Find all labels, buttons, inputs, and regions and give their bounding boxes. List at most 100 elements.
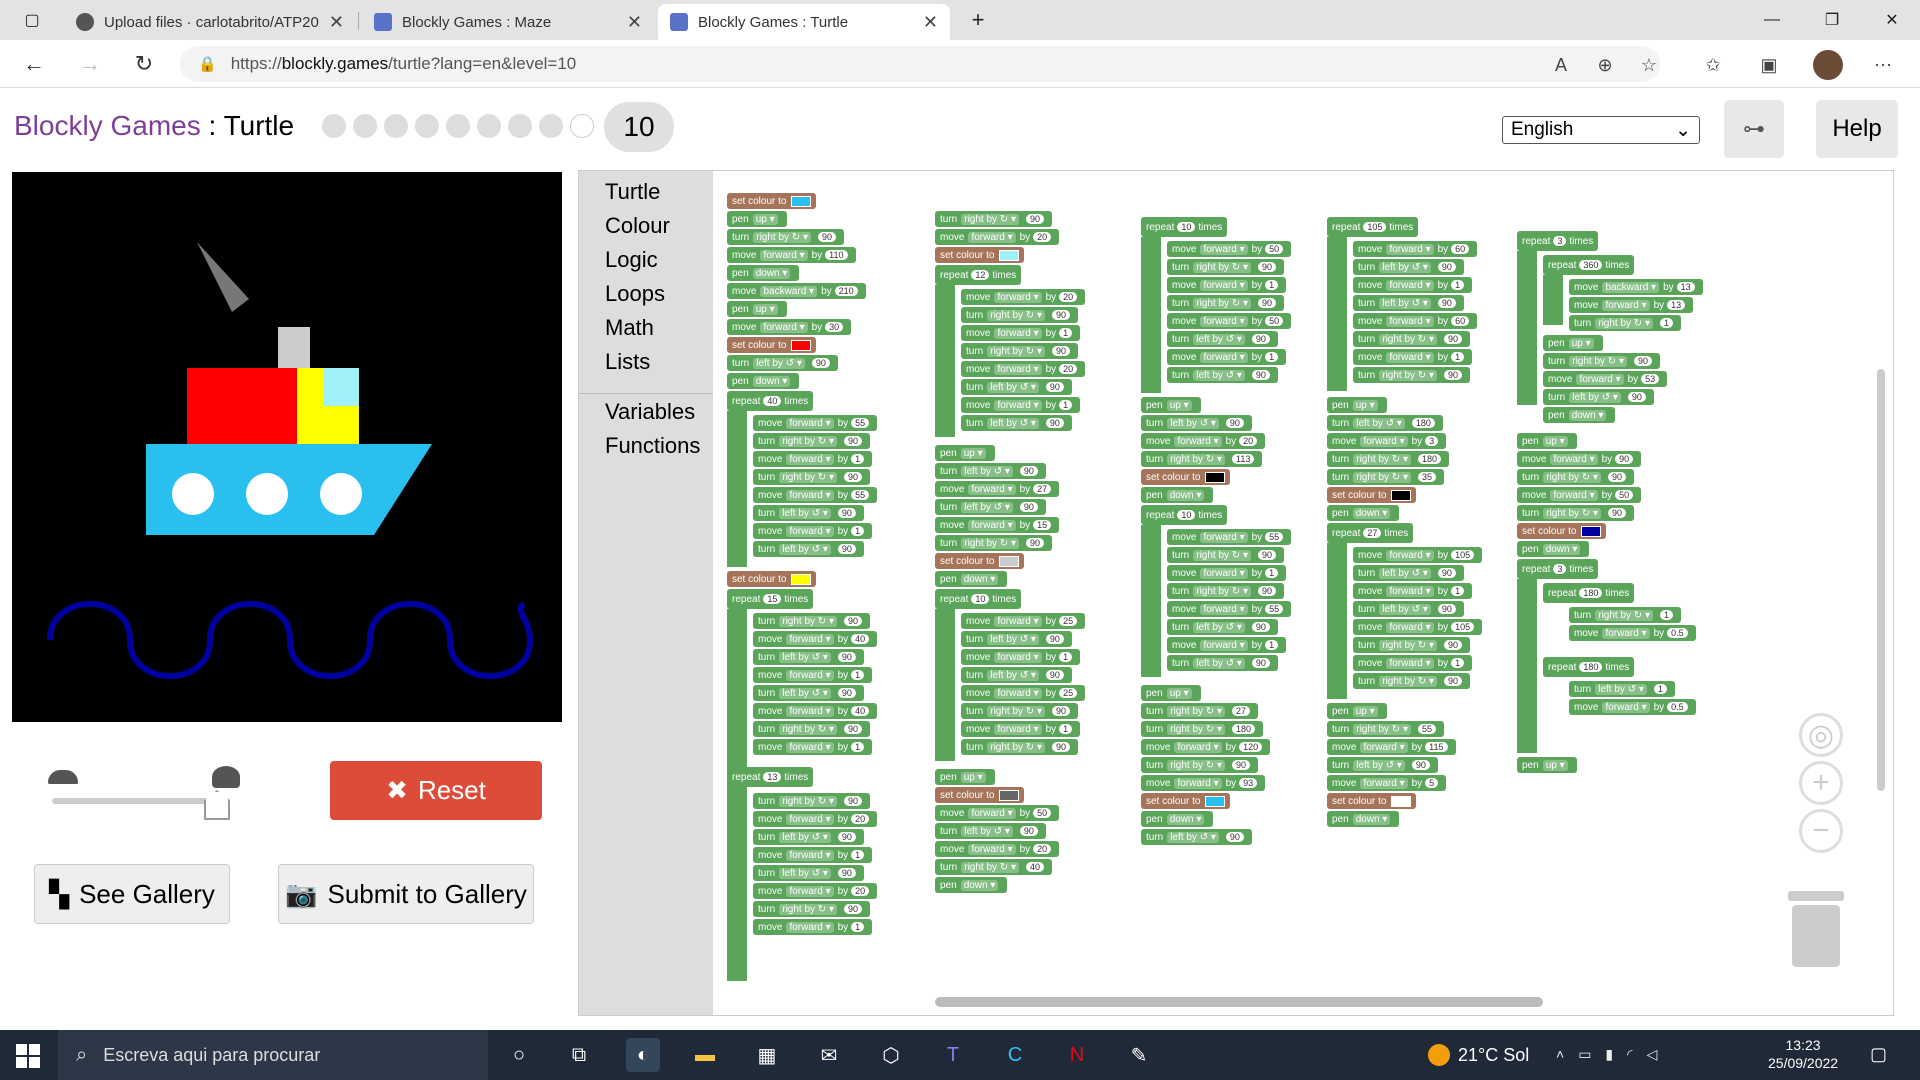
turn-block[interactable]: turn right by ↻ ▾ 90: [1353, 367, 1470, 383]
turn-block[interactable]: turn left by ↺ ▾ 180: [1327, 415, 1443, 431]
move-block[interactable]: move forward ▾ by 1: [1167, 277, 1287, 293]
tab-turtle[interactable]: Blockly Games : Turtle ✕: [658, 4, 950, 40]
repeat-block[interactable]: repeat 15 times: [727, 589, 814, 609]
move-block[interactable]: move forward ▾ by 55: [753, 415, 878, 431]
turn-block[interactable]: turn left by ↺ ▾ 90: [935, 463, 1046, 479]
move-block[interactable]: move forward ▾ by 93: [1141, 775, 1266, 791]
turn-block[interactable]: turn left by ↺ ▾ 90: [753, 685, 864, 701]
turn-block[interactable]: turn right by ↻ ▾ 90: [1141, 757, 1258, 773]
toolbox-loops[interactable]: Loops: [605, 281, 665, 307]
vertical-scrollbar[interactable]: [1877, 369, 1885, 791]
repeat-block[interactable]: repeat 13 times: [727, 767, 814, 787]
repeat-block[interactable]: repeat 10 times: [1141, 505, 1228, 525]
move-block[interactable]: move forward ▾ by 55: [1167, 601, 1292, 617]
move-block[interactable]: move forward ▾ by 55: [753, 487, 878, 503]
see-gallery-button[interactable]: ▚ See Gallery: [34, 864, 230, 924]
network-icon[interactable]: ▭: [1578, 1046, 1591, 1063]
move-block[interactable]: move forward ▾ by 0.5: [1569, 625, 1696, 641]
pen-block[interactable]: pen down ▾: [1141, 487, 1214, 503]
clock[interactable]: 13:23 25/09/2022: [1768, 1036, 1838, 1072]
taskbar-search[interactable]: ⌕ Escreva aqui para procurar: [58, 1030, 488, 1080]
turn-block[interactable]: turn right by ↻ ▾ 90: [961, 307, 1078, 323]
repeat-block[interactable]: repeat 10 times: [935, 589, 1022, 609]
volume-icon[interactable]: ◁: [1647, 1046, 1658, 1063]
move-block[interactable]: move forward ▾ by 1: [1167, 565, 1287, 581]
turn-block[interactable]: turn right by ↻ ▾ 55: [1327, 721, 1444, 737]
move-block[interactable]: move forward ▾ by 1: [961, 397, 1081, 413]
move-block[interactable]: move forward ▾ by 1: [753, 523, 873, 539]
brand-link[interactable]: Blockly Games: [14, 110, 201, 141]
windows-start-icon[interactable]: [16, 1044, 40, 1068]
pen-block[interactable]: pen up ▾: [1141, 397, 1201, 413]
link-button[interactable]: ⊶: [1724, 100, 1784, 158]
turn-block[interactable]: turn right by ↻ ▾ 180: [1141, 721, 1264, 737]
move-block[interactable]: move forward ▾ by 50: [935, 805, 1060, 821]
favorite-add-icon[interactable]: ☆: [1636, 52, 1662, 78]
level-dot[interactable]: [446, 114, 470, 138]
move-block[interactable]: move forward ▾ by 1: [753, 451, 873, 467]
pen-block[interactable]: pen up ▾: [1517, 433, 1577, 449]
pen-block[interactable]: pen up ▾: [727, 301, 787, 317]
move-block[interactable]: move forward ▾ by 1: [1353, 277, 1473, 293]
move-block[interactable]: move forward ▾ by 20: [961, 361, 1086, 377]
toolbox-functions[interactable]: Functions: [605, 433, 700, 459]
pen-block[interactable]: pen down ▾: [935, 877, 1008, 893]
repeat-block[interactable]: repeat 3 times: [1517, 559, 1599, 579]
close-icon[interactable]: ✕: [923, 12, 938, 33]
move-block[interactable]: move forward ▾ by 25: [961, 685, 1086, 701]
toolbox-lists[interactable]: Lists: [605, 349, 650, 375]
set-colour-block[interactable]: set colour to: [1517, 523, 1607, 539]
move-block[interactable]: move forward ▾ by 1: [753, 847, 873, 863]
toolbox-turtle[interactable]: Turtle: [605, 179, 660, 205]
repeat-block[interactable]: repeat 27 times: [1327, 523, 1414, 543]
recenter-icon[interactable]: ◎: [1799, 713, 1843, 757]
forward-button[interactable]: →: [74, 48, 106, 80]
pen-block[interactable]: pen down ▾: [1543, 407, 1616, 423]
toolbox-logic[interactable]: Logic: [605, 247, 658, 273]
turn-block[interactable]: turn left by ↺ ▾ 90: [961, 631, 1072, 647]
turn-block[interactable]: turn right by ↻ ▾ 90: [753, 469, 870, 485]
move-block[interactable]: move backward ▾ by 13: [1569, 279, 1703, 295]
turn-block[interactable]: turn left by ↺ ▾ 1: [1569, 681, 1675, 697]
move-block[interactable]: move forward ▾ by 20: [753, 883, 878, 899]
move-block[interactable]: move forward ▾ by 1: [753, 667, 873, 683]
collections-icon[interactable]: ▣: [1756, 52, 1782, 78]
set-colour-block[interactable]: set colour to: [1327, 487, 1417, 503]
pen-block[interactable]: pen up ▾: [935, 769, 995, 785]
move-block[interactable]: move forward ▾ by 50: [1517, 487, 1642, 503]
repeat-block[interactable]: repeat 12 times: [935, 265, 1022, 285]
turn-block[interactable]: turn right by ↻ ▾ 35: [1327, 469, 1444, 485]
move-block[interactable]: move forward ▾ by 50: [1167, 313, 1292, 329]
turn-block[interactable]: turn left by ↺ ▾ 90: [935, 823, 1046, 839]
turn-block[interactable]: turn left by ↺ ▾ 90: [1167, 655, 1278, 671]
move-block[interactable]: move forward ▾ by 20: [935, 229, 1060, 245]
repeat-block[interactable]: repeat 180 times: [1543, 657, 1635, 677]
move-block[interactable]: move forward ▾ by 20: [1141, 433, 1266, 449]
move-block[interactable]: move forward ▾ by 1: [1353, 349, 1473, 365]
close-icon[interactable]: ✕: [329, 12, 344, 33]
more-icon[interactable]: ⋯: [1870, 52, 1896, 78]
move-block[interactable]: move forward ▾ by 40: [753, 703, 878, 719]
move-block[interactable]: move forward ▾ by 1: [1353, 655, 1473, 671]
turn-block[interactable]: turn right by ↻ ▾ 90: [753, 901, 870, 917]
pen-block[interactable]: pen up ▾: [1517, 757, 1577, 773]
turn-block[interactable]: turn right by ↻ ▾ 90: [1517, 505, 1634, 521]
turn-block[interactable]: turn left by ↺ ▾ 90: [935, 499, 1046, 515]
pen-block[interactable]: pen down ▾: [935, 571, 1008, 587]
notification-icon[interactable]: ▢: [1870, 1044, 1887, 1065]
move-block[interactable]: move forward ▾ by 50: [1167, 241, 1292, 257]
move-block[interactable]: move forward ▾ by 3: [1327, 433, 1447, 449]
move-block[interactable]: move forward ▾ by 20: [961, 289, 1086, 305]
level-dot[interactable]: [570, 114, 594, 138]
netflix-icon[interactable]: N: [1060, 1038, 1094, 1072]
turn-block[interactable]: turn left by ↺ ▾ 90: [1543, 389, 1654, 405]
move-block[interactable]: move forward ▾ by 105: [1353, 619, 1483, 635]
toolbox-colour[interactable]: Colour: [605, 213, 670, 239]
pen-block[interactable]: pen up ▾: [1141, 685, 1201, 701]
turn-block[interactable]: turn right by ↻ ▾ 113: [1141, 451, 1263, 467]
repeat-block[interactable]: repeat 40 times: [727, 391, 814, 411]
help-button[interactable]: Help: [1816, 100, 1898, 158]
turn-block[interactable]: turn left by ↺ ▾ 90: [1353, 601, 1464, 617]
set-colour-block[interactable]: set colour to: [1141, 793, 1231, 809]
minimize-button[interactable]: —: [1744, 0, 1800, 40]
